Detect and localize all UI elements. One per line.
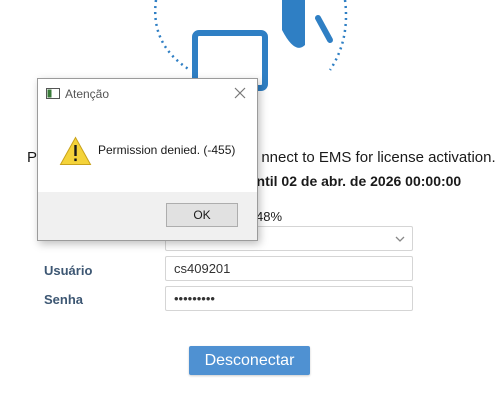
window-icon	[46, 88, 60, 99]
dialog-footer: OK	[38, 192, 257, 240]
password-field[interactable]: •••••••••	[165, 286, 413, 311]
disconnect-button[interactable]: Desconectar	[189, 346, 310, 375]
warning-icon	[59, 136, 92, 165]
ok-button[interactable]: OK	[166, 203, 238, 227]
dialog-message: Permission denied. (-455)	[98, 143, 236, 157]
license-expiry-text: until 02 de abr. de 2026 00:00:00	[248, 173, 462, 189]
password-label: Senha	[44, 292, 84, 307]
close-icon[interactable]	[232, 85, 248, 101]
chevron-down-icon	[395, 236, 405, 242]
progress-percentage: 48%	[256, 209, 283, 224]
warning-dialog: Atenção Permission denied. (-455) OK	[37, 78, 258, 241]
username-label: Usuário	[44, 263, 93, 278]
password-value: •••••••••	[174, 291, 215, 306]
username-value: cs409201	[174, 261, 231, 276]
dialog-titlebar[interactable]: Atenção	[38, 79, 257, 109]
dialog-title: Atenção	[65, 87, 110, 101]
username-field[interactable]: cs409201	[165, 256, 413, 281]
